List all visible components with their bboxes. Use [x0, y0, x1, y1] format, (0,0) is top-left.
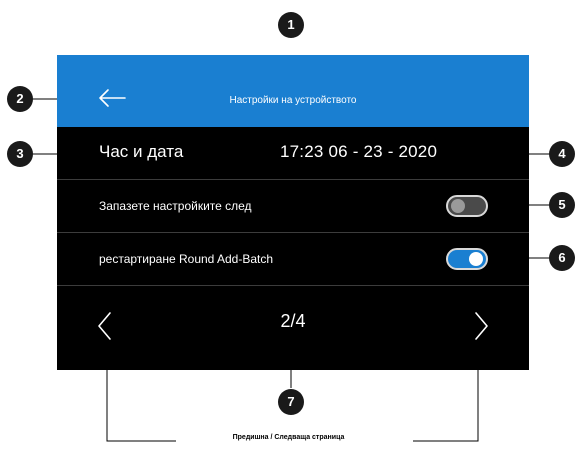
header-bar: Настройки на устройството [57, 55, 529, 127]
device-screen: Настройки на устройството Час и дата 17:… [57, 55, 529, 370]
setting-label-restart: рестартиране Round Add-Batch [99, 252, 274, 266]
chevron-right-icon[interactable] [469, 309, 493, 343]
page-indicator: 2/4 [280, 311, 306, 331]
callout-badge-3: 3 [7, 141, 33, 167]
save-settings-toggle[interactable] [446, 195, 488, 217]
callout-badge-5: 5 [549, 192, 575, 218]
datetime-row[interactable]: Час и дата 17:23 06 - 23 - 2020 [57, 127, 529, 180]
page-title: Настройки на устройството [229, 95, 357, 106]
setting-row-restart: рестартиране Round Add-Batch [57, 233, 529, 286]
datetime-value[interactable]: 17:23 06 - 23 - 2020 [280, 142, 437, 162]
callout-badge-2: 2 [7, 86, 33, 112]
pager-caption: Предишна / Следваща страница [232, 434, 345, 441]
toggle-knob [469, 252, 483, 266]
callout-badge-4: 4 [549, 141, 575, 167]
callout-badge-6: 6 [549, 245, 575, 271]
setting-label-save: Запазете настройките след [99, 199, 252, 213]
callout-badge-7: 7 [278, 389, 304, 415]
datetime-label: Час и дата [99, 142, 184, 161]
pager-row: 2/4 [57, 286, 529, 370]
restart-toggle[interactable] [446, 248, 488, 270]
callout-badge-1: 1 [278, 12, 304, 38]
setting-row-save: Запазете настройките след [57, 180, 529, 233]
toggle-knob [451, 199, 465, 213]
